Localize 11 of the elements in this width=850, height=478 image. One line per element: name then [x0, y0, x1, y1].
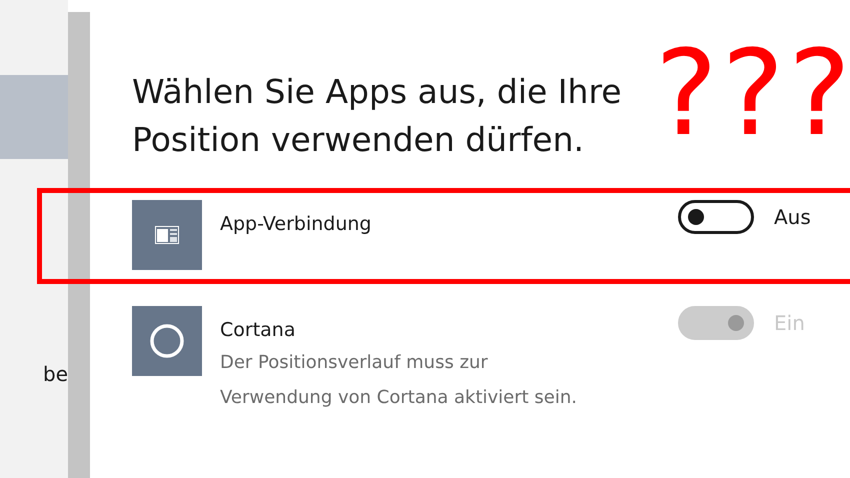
section-heading: Wählen Sie Apps aus, die Ihre Position verwenden dürfen. [132, 71, 623, 161]
app-name: Cortana [220, 318, 296, 343]
app-description: Der Positionsverlauf muss zur Verwendung von Cortana aktiviert sein. [220, 350, 578, 410]
sidebar-item[interactable]: be [0, 354, 68, 394]
scrollbar[interactable] [68, 12, 90, 478]
circle-icon [149, 323, 185, 359]
app-window-icon [155, 226, 179, 244]
question-marks: ??? [655, 28, 850, 158]
toggle-switch[interactable] [678, 200, 754, 234]
toggle-state: Aus [774, 204, 811, 231]
app-name: App-Verbindung [220, 212, 372, 237]
